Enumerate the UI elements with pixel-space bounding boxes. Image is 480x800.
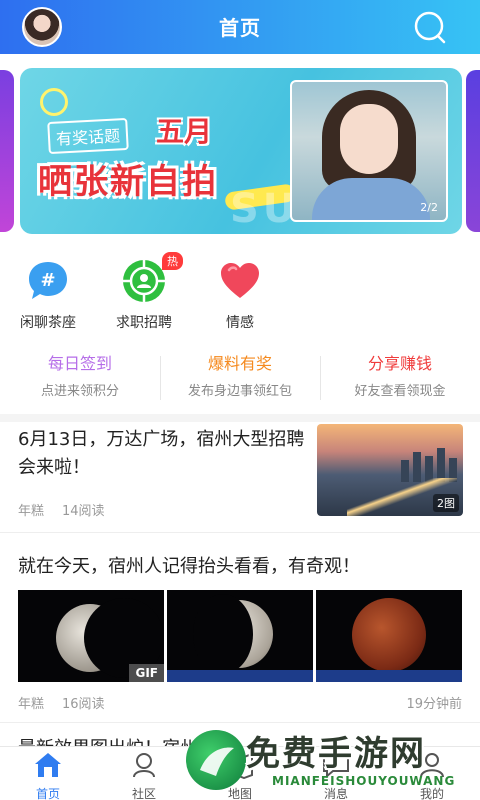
community-icon [133, 753, 155, 778]
article-time: 19分钟前 [406, 697, 462, 712]
nav-community[interactable]: 社区 [96, 749, 192, 800]
shortcut-chat[interactable]: # 闲聊茶座 [2, 252, 94, 332]
article-image[interactable] [167, 590, 313, 682]
shortcut-label: 求职招聘 [116, 315, 172, 331]
section-divider [0, 414, 480, 422]
search-icon [414, 11, 446, 44]
nav-label: 社区 [131, 787, 156, 800]
shortcut-jobs[interactable]: 热 求职招聘 [98, 252, 190, 332]
watermark-title: 免费手游网 [246, 734, 426, 774]
divider [0, 532, 480, 533]
banner-prev-peek[interactable] [0, 70, 14, 232]
task-subtitle: 点进来领积分 [40, 384, 119, 399]
photo-face [340, 104, 398, 174]
article-reads: 16阅读 [62, 697, 105, 712]
svg-text:#: # [40, 270, 55, 291]
shortcut-label: 情感 [226, 315, 254, 331]
banner-carousel[interactable]: 有奖话题 五月 晒张新自拍 SUM 2/2 [0, 68, 480, 234]
blood-moon [352, 598, 426, 672]
banner-headline: 晒张新自拍 [38, 162, 218, 202]
task-subtitle: 发布身边事领红包 [187, 384, 292, 399]
nav-label: 首页 [35, 787, 60, 800]
home-icon [35, 753, 61, 777]
article-reads: 14阅读 [62, 504, 105, 519]
article-title[interactable]: 就在今天，宿州人记得抬头看看，有奇观！ [18, 552, 360, 578]
top-bar: 首页 [0, 0, 480, 54]
caption-bar [167, 670, 313, 682]
decor-circle [40, 88, 68, 116]
banner-month: 五月 [156, 115, 213, 148]
hash-chat-icon: # [25, 258, 71, 304]
task-report[interactable]: 爆料有奖 发布身边事领红包 [160, 350, 320, 399]
task-title: 每日签到 [47, 354, 112, 373]
article-image[interactable] [316, 590, 462, 682]
task-subtitle: 好友查看领现金 [354, 384, 446, 399]
task-strip: 每日签到 点进来领积分 爆料有奖 发布身边事领红包 分享赚钱 好友查看领现金 [0, 350, 480, 408]
article-title[interactable]: 6月13日，万达广场，宿州大型招聘会来啦！ [18, 426, 308, 482]
task-share[interactable]: 分享赚钱 好友查看领现金 [320, 350, 480, 399]
image-count-badge: 2图 [433, 494, 459, 512]
photo-shirt [312, 178, 430, 220]
hot-badge: 热 [162, 252, 183, 270]
gif-badge: GIF [129, 664, 164, 682]
banner-next-peek[interactable] [466, 70, 480, 232]
moon-shadow [193, 594, 253, 674]
banner-photo: 2/2 [290, 80, 448, 222]
watermark-logo-icon [186, 730, 246, 790]
article-author: 年糕 [18, 697, 45, 712]
slide-counter: 2/2 [420, 201, 438, 214]
building [437, 448, 445, 482]
page-title: 首页 [219, 16, 261, 40]
banner-tag: 有奖话题 [47, 117, 129, 155]
article-author: 年糕 [18, 504, 45, 519]
banner-slide[interactable]: 有奖话题 五月 晒张新自拍 SUM 2/2 [20, 68, 462, 234]
caption-bar [316, 670, 462, 682]
category-shortcuts: # 闲聊茶座 热 求职招聘 情感 [0, 252, 480, 338]
article-thumbnail[interactable]: 2图 [317, 424, 463, 516]
task-checkin[interactable]: 每日签到 点进来领积分 [0, 350, 160, 399]
article-image[interactable]: GIF [18, 590, 164, 682]
task-title: 爆料有奖 [207, 354, 272, 373]
search-button[interactable] [412, 9, 448, 45]
job-target-icon: 热 [121, 252, 183, 304]
watermark-subtitle: MIANFEISHOUYOUWANG [272, 774, 456, 788]
watermark: 免费手游网 MIANFEISHOUYOUWANG [182, 722, 480, 800]
nav-home[interactable]: 首页 [0, 749, 96, 800]
shortcut-emotion[interactable]: 情感 [194, 252, 286, 332]
task-title: 分享赚钱 [367, 354, 432, 373]
shortcut-label: 闲聊茶座 [20, 315, 76, 331]
heart-icon [217, 258, 263, 304]
